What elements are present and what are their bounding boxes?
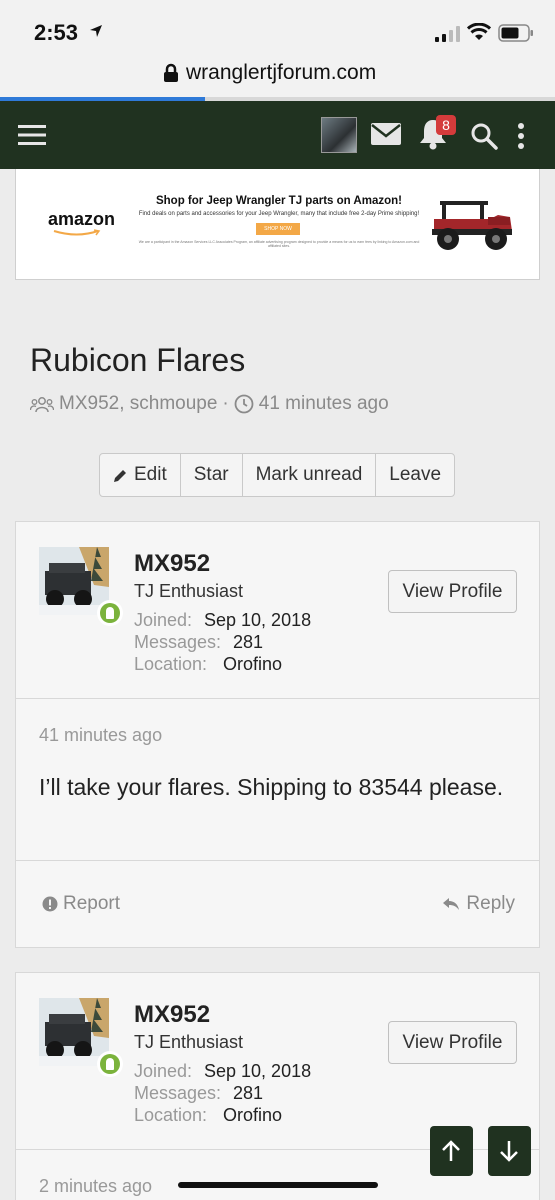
search-icon[interactable]	[470, 122, 498, 150]
report-link[interactable]: Report	[42, 893, 120, 915]
pencil-icon	[114, 469, 126, 482]
home-indicator[interactable]	[178, 1182, 378, 1188]
thread-participants: MX952, schmoupe	[59, 393, 218, 414]
joined-label: Joined:	[134, 1061, 193, 1081]
reply-icon	[443, 898, 460, 910]
post-card: MX952 TJ Enthusiast Joined: Sep 10, 2018…	[15, 521, 540, 948]
post-time[interactable]: 41 minutes ago	[39, 725, 162, 746]
more-options-icon[interactable]	[517, 123, 525, 149]
reply-label: Reply	[466, 893, 515, 914]
mark-unread-button[interactable]: Mark unread	[243, 454, 377, 496]
messages-value: 281	[233, 632, 264, 652]
messages-label: Messages:	[134, 1083, 222, 1103]
report-label: Report	[63, 893, 121, 914]
messages-value: 281	[233, 1083, 264, 1103]
clock-icon	[234, 394, 254, 414]
post-username[interactable]: MX952	[134, 550, 210, 578]
cellular-signal-icon	[435, 26, 460, 42]
joined-label: Joined:	[134, 610, 193, 630]
messages-stat: Messages: 281	[134, 1083, 263, 1104]
warning-icon	[42, 896, 58, 912]
thread-actions: Edit Star Mark unread Leave	[99, 453, 456, 497]
post-username[interactable]: MX952	[134, 1001, 210, 1029]
messages-stat: Messages: 281	[134, 632, 263, 653]
forum-navbar	[0, 101, 555, 169]
location-label: Location:	[134, 654, 208, 674]
view-profile-button[interactable]: View Profile	[388, 1021, 517, 1064]
status-bar: 2:53	[0, 0, 555, 50]
arrow-down-icon	[500, 1141, 518, 1162]
location-value: Orofino	[223, 1105, 283, 1125]
messages-label: Messages:	[134, 632, 222, 652]
post-user-info: MX952 TJ Enthusiast Joined: Sep 10, 2018…	[16, 522, 539, 698]
online-status-icon	[97, 600, 123, 626]
location-stat: Location: Orofino	[134, 1105, 282, 1126]
ad-shop-now-button[interactable]: SHOP NOW	[256, 223, 300, 235]
post-user-title: TJ Enthusiast	[134, 581, 244, 601]
mail-icon[interactable]	[371, 123, 401, 145]
battery-icon	[498, 24, 533, 42]
menu-icon[interactable]	[18, 124, 46, 146]
amazon-ad-banner[interactable]: amazon Shop for Jeep Wrangler TJ parts o…	[15, 169, 540, 280]
notification-badge[interactable]: 8	[436, 115, 456, 135]
joined-value: Sep 10, 2018	[204, 1061, 312, 1081]
location-value: Orofino	[223, 654, 283, 674]
user-avatar[interactable]	[321, 117, 357, 153]
location-arrow-icon	[90, 25, 102, 37]
post-body: I’ll take your flares. Shipping to 83544…	[39, 774, 504, 800]
scroll-to-top-button[interactable]	[430, 1126, 473, 1176]
view-profile-button[interactable]: View Profile	[388, 570, 517, 613]
thread-age: 41 minutes ago	[258, 393, 389, 414]
lock-icon	[164, 63, 178, 82]
joined-value: Sep 10, 2018	[204, 610, 312, 630]
reply-link[interactable]: Reply	[442, 893, 515, 915]
scroll-to-bottom-button[interactable]	[488, 1126, 531, 1176]
post-time[interactable]: 2 minutes ago	[39, 1176, 152, 1197]
location-label: Location:	[134, 1105, 208, 1125]
joined-stat: Joined: Sep 10, 2018	[134, 610, 311, 631]
thread-title: Rubicon Flares	[30, 342, 246, 378]
divider	[16, 860, 539, 861]
location-stat: Location: Orofino	[134, 654, 282, 675]
ad-fine-print: We are a participant in the Amazon Servi…	[138, 240, 420, 248]
joined-stat: Joined: Sep 10, 2018	[134, 1061, 311, 1082]
amazon-logo: amazon	[48, 209, 116, 229]
post-user-title: TJ Enthusiast	[134, 1032, 244, 1052]
edit-label: Edit	[134, 464, 167, 485]
online-status-icon	[97, 1051, 123, 1077]
amazon-smile-icon	[53, 229, 101, 236]
jeep-image	[432, 201, 512, 250]
post-user-info: MX952 TJ Enthusiast Joined: Sep 10, 2018…	[16, 973, 539, 1149]
wifi-icon	[467, 23, 491, 40]
thread-meta: MX952, schmoupe · 41 minutes ago	[30, 393, 389, 415]
arrow-up-icon	[442, 1140, 460, 1161]
star-button[interactable]: Star	[181, 454, 243, 496]
edit-button[interactable]: Edit	[100, 454, 181, 496]
participants-icon	[30, 397, 54, 413]
url-bar[interactable]: wranglertjforum.com	[0, 50, 555, 98]
url-text[interactable]: wranglertjforum.com	[186, 61, 376, 85]
ad-subline: Find deals on parts and accessories for …	[138, 211, 420, 217]
status-time: 2:53	[34, 20, 79, 45]
ad-headline: Shop for Jeep Wrangler TJ parts on Amazo…	[155, 195, 402, 207]
leave-button[interactable]: Leave	[376, 454, 454, 496]
meta-separator: ·	[222, 393, 229, 414]
divider	[16, 698, 539, 699]
